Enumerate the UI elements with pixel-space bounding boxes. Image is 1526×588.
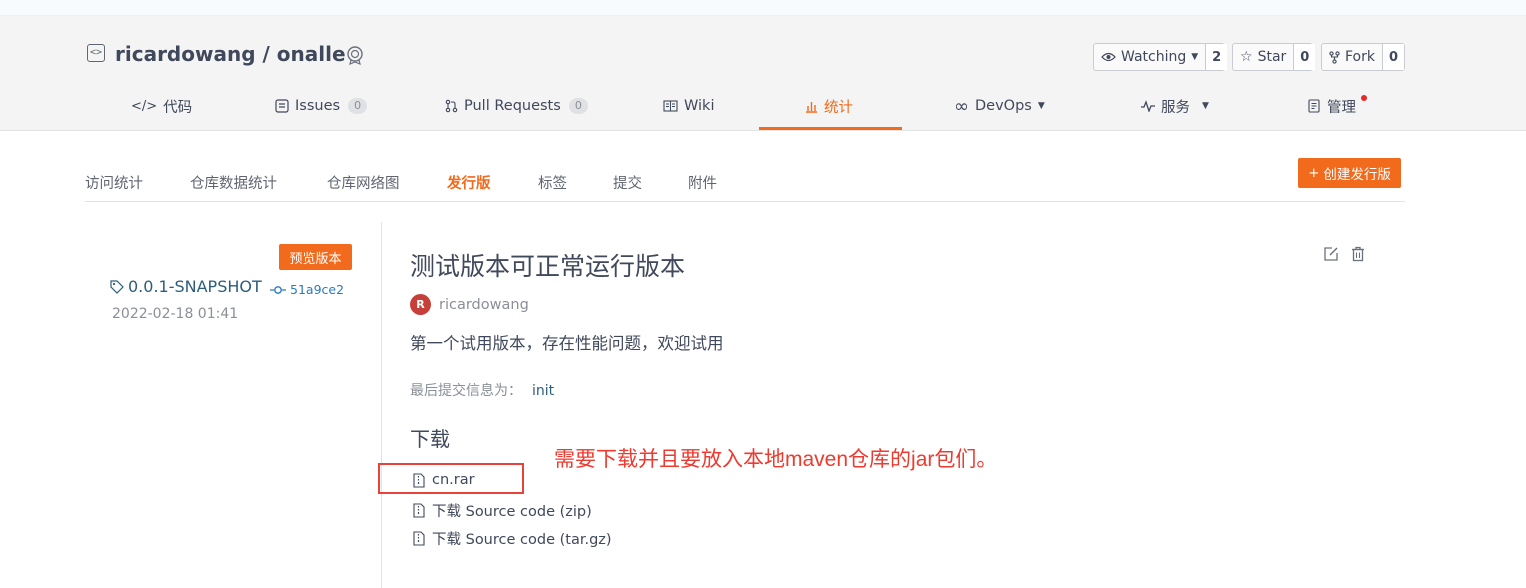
download-item[interactable]: 下载 Source code (zip) xyxy=(413,500,592,521)
issues-count: 0 xyxy=(348,98,368,114)
edit-icon[interactable] xyxy=(1322,245,1340,263)
tab-stats[interactable]: 统计 xyxy=(805,96,853,116)
zip-file-icon xyxy=(413,503,425,518)
star-icon: ☆ xyxy=(1240,49,1253,65)
tab-pull-requests[interactable]: Pull Requests 0 xyxy=(445,96,588,116)
tab-devops[interactable]: ∞ DevOps ▼ xyxy=(954,95,1045,117)
tag-icon xyxy=(110,279,124,294)
release-tag[interactable]: 0.0.1-SNAPSHOT xyxy=(110,277,262,296)
annotation-highlight-box xyxy=(378,463,524,494)
plus-icon: + xyxy=(1308,165,1320,181)
tab-services-label: 服务 xyxy=(1161,99,1190,116)
tab-services[interactable]: 服务 ▼ xyxy=(1141,96,1209,116)
create-release-button[interactable]: + 创建发行版 xyxy=(1298,158,1401,188)
code-icon: </> xyxy=(131,98,158,114)
chevron-down-icon: ▼ xyxy=(1202,101,1209,111)
eye-icon xyxy=(1101,52,1116,62)
tab-code[interactable]: </> 代码 xyxy=(131,96,192,116)
author-name: ricardowang xyxy=(439,296,529,313)
chevron-down-icon: ▼ xyxy=(1037,101,1045,111)
subtab-visits[interactable]: 访问统计 xyxy=(85,172,143,193)
book-icon xyxy=(663,100,678,112)
repo-name-link[interactable]: onalle xyxy=(277,42,346,66)
download-item-label: 下载 Source code (zip) xyxy=(432,504,592,520)
subtab-releases[interactable]: 发行版 xyxy=(447,172,491,193)
repo-owner-link[interactable]: ricardowang xyxy=(115,42,256,66)
preview-badge: 预览版本 xyxy=(279,244,352,270)
subtab-commits[interactable]: 提交 xyxy=(613,172,642,193)
issues-icon xyxy=(275,99,289,113)
subtab-attachments[interactable]: 附件 xyxy=(688,172,717,193)
column-divider xyxy=(381,222,382,588)
pull-request-icon xyxy=(445,99,458,113)
release-title: 测试版本可正常运行版本 xyxy=(410,252,686,281)
watch-count[interactable]: 2 xyxy=(1205,44,1228,70)
subtab-tags[interactable]: 标签 xyxy=(538,172,567,193)
star-count[interactable]: 0 xyxy=(1293,44,1316,70)
release-tag-label: 0.0.1-SNAPSHOT xyxy=(128,277,262,296)
download-item[interactable]: 下载 Source code (tar.gz) xyxy=(413,528,612,549)
tab-wiki-label: Wiki xyxy=(684,98,715,114)
tab-wiki[interactable]: Wiki xyxy=(663,96,714,116)
zip-file-icon xyxy=(413,531,425,546)
active-tab-indicator xyxy=(759,127,902,130)
tab-devops-label: DevOps xyxy=(975,98,1032,114)
annotation-text: 需要下载并且要放入本地maven仓库的jar包们。 xyxy=(554,448,998,471)
pulls-count: 0 xyxy=(568,98,588,114)
tab-pulls-label: Pull Requests xyxy=(464,98,561,114)
watch-label: Watching xyxy=(1121,49,1187,65)
fork-icon xyxy=(1329,50,1340,64)
tab-issues[interactable]: Issues 0 xyxy=(275,96,368,116)
commit-icon xyxy=(270,285,286,294)
repo-title: ricardowang / onalle xyxy=(115,42,346,66)
recommend-badge-icon xyxy=(347,46,363,65)
pulse-icon xyxy=(1141,100,1155,112)
repo-header xyxy=(0,16,1526,131)
trash-icon[interactable] xyxy=(1349,245,1367,263)
subtab-network[interactable]: 仓库网络图 xyxy=(327,172,400,193)
create-release-label: 创建发行版 xyxy=(1323,167,1391,183)
download-item-label: 下载 Source code (tar.gz) xyxy=(432,532,612,548)
tab-code-label: 代码 xyxy=(163,99,193,116)
repo-separator: / xyxy=(262,42,270,66)
settings-doc-icon xyxy=(1308,99,1320,113)
release-author[interactable]: R ricardowang xyxy=(410,294,529,315)
downloads-title: 下载 xyxy=(410,427,450,451)
star-label: Star xyxy=(1257,49,1287,65)
subtab-repo-data[interactable]: 仓库数据统计 xyxy=(190,172,277,193)
fork-count[interactable]: 0 xyxy=(1381,44,1405,70)
notification-dot xyxy=(1361,95,1367,101)
last-commit-label: 最后提交信息为： xyxy=(410,383,522,399)
release-commit[interactable]: 51a9ce2 xyxy=(270,282,344,297)
tab-stats-label: 统计 xyxy=(824,99,853,116)
tab-manage-label: 管理 xyxy=(1327,99,1356,116)
last-commit-link[interactable]: init xyxy=(532,383,554,399)
fork-button[interactable]: Fork 0 xyxy=(1321,43,1405,71)
tab-issues-label: Issues xyxy=(295,98,341,114)
infinity-icon: ∞ xyxy=(954,95,969,117)
repo-code-icon: <> xyxy=(87,44,105,62)
last-commit-info: 最后提交信息为： init xyxy=(410,380,554,400)
release-description: 第一个试用版本，存在性能问题，欢迎试用 xyxy=(410,334,724,353)
release-date: 2022-02-18 01:41 xyxy=(112,306,239,322)
bar-chart-icon xyxy=(806,101,817,113)
fork-label: Fork xyxy=(1345,49,1375,65)
subnav-divider xyxy=(85,201,1405,202)
chevron-down-icon: ▼ xyxy=(1191,52,1199,62)
release-commit-hash: 51a9ce2 xyxy=(290,282,345,297)
tab-manage[interactable]: 管理 xyxy=(1308,96,1356,116)
avatar: R xyxy=(410,294,431,315)
watch-button[interactable]: Watching ▼ 2 xyxy=(1093,43,1228,71)
star-button[interactable]: ☆ Star 0 xyxy=(1232,43,1316,71)
top-strip xyxy=(0,0,1526,16)
